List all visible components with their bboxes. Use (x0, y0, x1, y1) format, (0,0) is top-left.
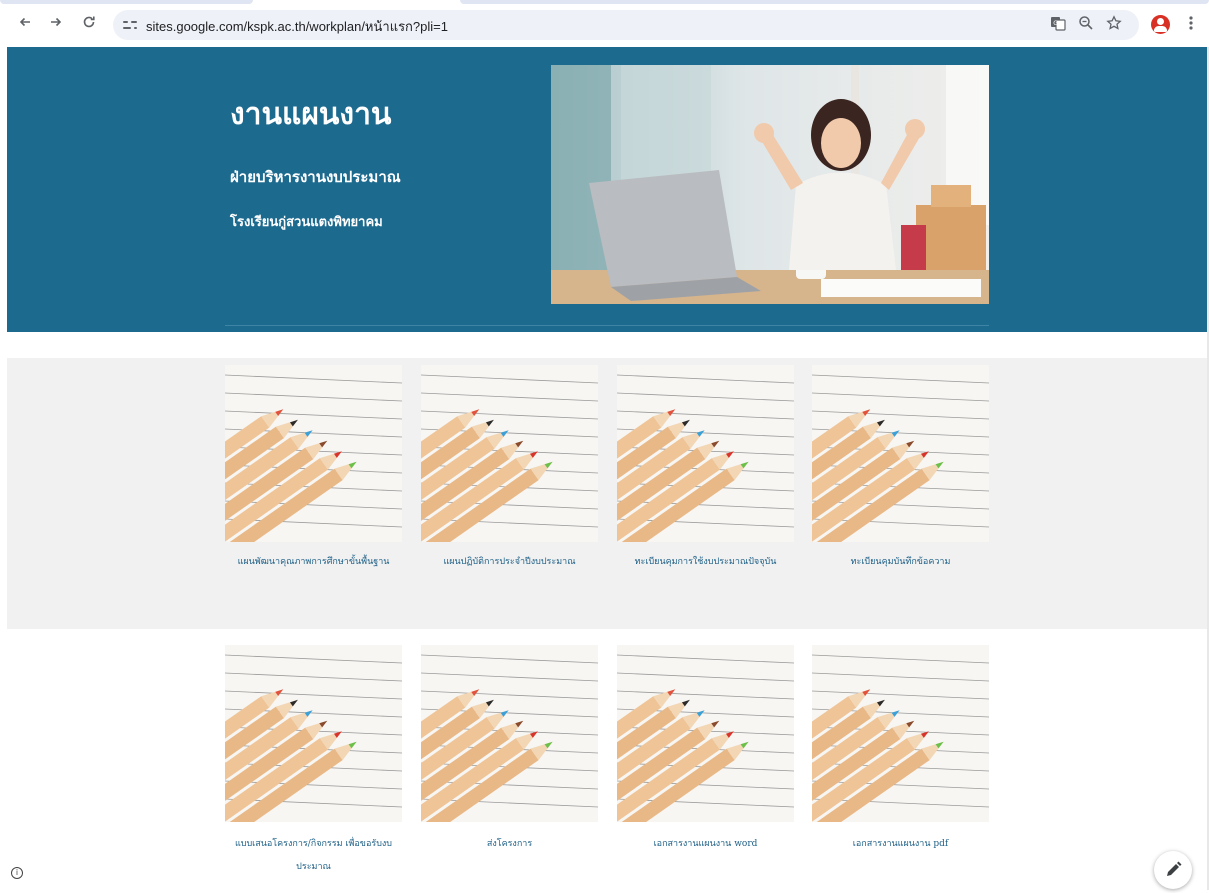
card-sar[interactable]: แผนพัฒนาคุณภาพการศึกษาขั้นพื้นฐาน (225, 365, 402, 605)
pencils-image[interactable] (225, 365, 402, 542)
card-label[interactable]: ทะเบียนคุมบันทึกข้อความ (812, 551, 989, 574)
back-button[interactable] (15, 14, 35, 34)
cards-section-1 (7, 358, 1207, 629)
pencils-image[interactable] (225, 645, 402, 822)
card-action-plan[interactable]: แผนปฏิบัติการประจำปีงบประมาณ (421, 365, 598, 605)
card-submit-project[interactable]: ส่งโครงการ (421, 645, 598, 885)
kebab-menu-icon[interactable] (1186, 14, 1196, 34)
pencils-image[interactable] (812, 365, 989, 542)
tab-strip-edge-right (460, 0, 1209, 4)
tune-icon[interactable] (123, 17, 139, 33)
hero-banner: งานแผนงาน ฝ่ายบริหารงานงบประมาณ โรงเรียน… (7, 47, 1207, 332)
card-label[interactable]: แผนปฏิบัติการประจำปีงบประมาณ (421, 551, 598, 574)
tab-strip-edge (0, 0, 253, 4)
card-docs-word[interactable]: เอกสารงานแผนงาน word (617, 645, 794, 885)
pencils-image[interactable] (617, 645, 794, 822)
page-subtitle: ฝ่ายบริหารงานงบประมาณ (230, 168, 401, 186)
zoom-icon[interactable] (1076, 15, 1096, 35)
reload-button[interactable] (79, 14, 99, 34)
pencils-image[interactable] (812, 645, 989, 822)
translate-icon[interactable]: G (1048, 15, 1068, 35)
pencils-image[interactable] (421, 645, 598, 822)
arrow-left-icon (19, 17, 30, 27)
info-icon[interactable]: i (11, 867, 23, 879)
pencils-image[interactable] (617, 365, 794, 542)
hero-photo (551, 65, 989, 304)
card-label[interactable]: ส่งโครงการ (421, 833, 598, 856)
card-label[interactable]: แบบเสนอโครงการ/กิจกรรม เพื่อขอรับงบประมา… (225, 833, 402, 879)
svg-text:G: G (1053, 20, 1058, 27)
card-label[interactable]: แผนพัฒนาคุณภาพการศึกษาขั้นพื้นฐาน (225, 551, 402, 574)
card-label[interactable]: เอกสารงานแผนงาน word (617, 833, 794, 856)
arrow-right-icon (51, 17, 62, 27)
card-label[interactable]: เอกสารงานแผนงาน pdf (812, 833, 989, 856)
card-label[interactable]: ทะเบียนคุมการใช้งบประมาณปัจจุบัน (617, 551, 794, 574)
avatar-icon[interactable] (1151, 15, 1170, 34)
forward-button[interactable] (46, 14, 66, 34)
pencil-icon (1167, 861, 1182, 876)
card-project-proposal[interactable]: แบบเสนอโครงการ/กิจกรรม เพื่อขอรับงบประมา… (225, 645, 402, 885)
reload-icon (83, 16, 95, 28)
edit-button[interactable] (1154, 851, 1192, 889)
page-title: งานแผนงาน (230, 97, 392, 132)
url-text[interactable]: sites.google.com/kspk.ac.th/workplan/หน้… (146, 16, 448, 37)
card-memo-register[interactable]: ทะเบียนคุมบันทึกข้อความ (812, 365, 989, 605)
address-bar[interactable]: sites.google.com/kspk.ac.th/workplan/หน้… (113, 10, 1139, 40)
pencils-image[interactable] (421, 365, 598, 542)
star-icon[interactable] (1104, 15, 1124, 35)
card-docs-pdf[interactable]: เอกสารงานแผนงาน pdf (812, 645, 989, 885)
card-budget-register[interactable]: ทะเบียนคุมการใช้งบประมาณปัจจุบัน (617, 365, 794, 605)
hero-divider (225, 325, 989, 326)
browser-toolbar: sites.google.com/kspk.ac.th/workplan/หน้… (0, 0, 1209, 47)
school-name: โรงเรียนกู่สวนแตงพิทยาคม (230, 215, 383, 230)
